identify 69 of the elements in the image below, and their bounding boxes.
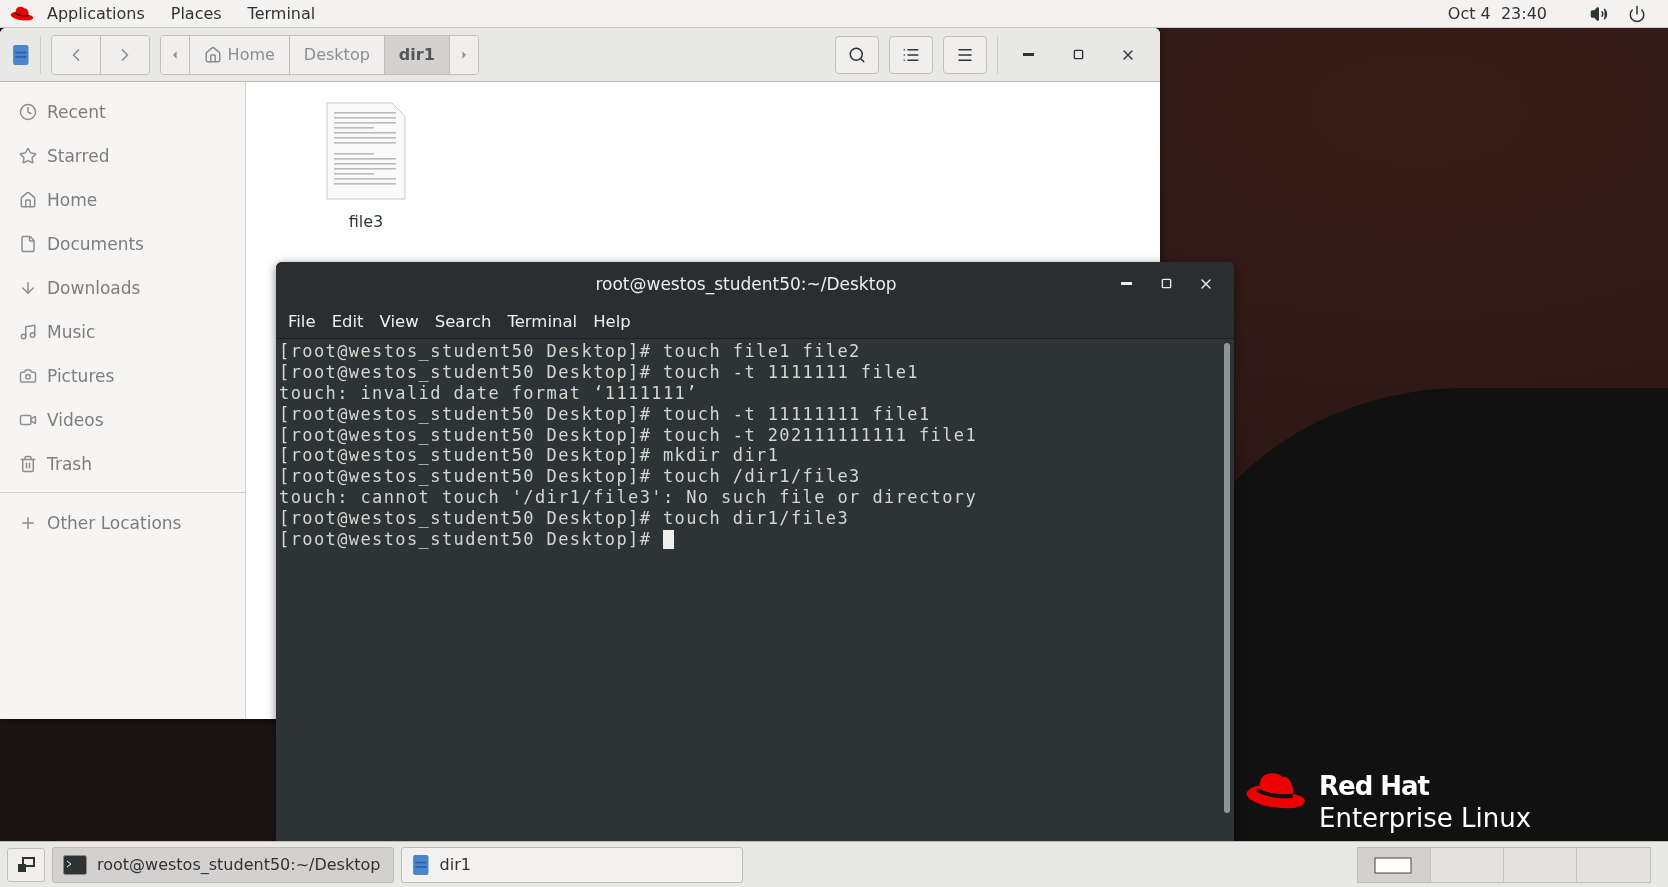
sidebar-item[interactable]: Starred <box>0 134 245 178</box>
files-app-icon <box>12 43 30 66</box>
view-list-button[interactable] <box>889 35 933 74</box>
terminal-line: [root@westos_student50 Desktop]# mkdir dir1 <box>279 445 780 467</box>
scrollbar[interactable] <box>1224 343 1230 813</box>
terminal-line: [root@westos_student50 Desktop]# touch file1 file2 <box>279 341 861 362</box>
sidebar-item[interactable]: Documents <box>0 222 245 266</box>
window-thumbnail-icon <box>1374 854 1414 875</box>
terminal-line: [root@westos_student50 Desktop]# <box>279 529 653 550</box>
sidebar-icon <box>19 235 37 253</box>
sidebar-icon <box>19 455 37 473</box>
minimize-icon <box>1120 282 1132 285</box>
menu-item[interactable]: Edit <box>323 312 372 331</box>
files-app-icon <box>412 853 430 876</box>
menu-button[interactable] <box>943 35 987 74</box>
sidebar-item[interactable]: Other Locations <box>0 501 245 545</box>
terminal-icon <box>63 854 87 875</box>
top-menu[interactable]: Places <box>157 4 235 23</box>
sidebar-icon <box>19 103 37 121</box>
sidebar-icon <box>19 147 37 165</box>
search-button[interactable] <box>835 35 879 74</box>
maximize-icon <box>1072 49 1084 60</box>
workspace-button[interactable] <box>1358 847 1431 882</box>
path-button[interactable]: dir1 <box>384 35 450 74</box>
menu-item[interactable]: Search <box>426 312 500 331</box>
hat-logo-icon <box>10 6 34 21</box>
sidebar-item[interactable]: Trash <box>0 442 245 486</box>
file-name[interactable]: file3 <box>348 212 384 231</box>
sidebar-item[interactable]: Pictures <box>0 354 245 398</box>
sidebar-item[interactable]: Music <box>0 310 245 354</box>
menu-item[interactable]: Terminal <box>499 312 586 331</box>
top-menu[interactable]: Terminal <box>234 4 329 23</box>
maximize-icon <box>1160 278 1172 289</box>
sidebar-item[interactable]: Videos <box>0 398 245 442</box>
plus-icon <box>19 514 37 532</box>
show-desktop-button[interactable] <box>7 847 45 882</box>
terminal-line: touch: cannot touch '/dir1/file3': No such file or directory <box>279 487 978 509</box>
terminal-line: touch: invalid date format ‘1111111’ <box>279 382 698 404</box>
sidebar-icon <box>19 323 37 341</box>
top-menu[interactable]: Applications <box>34 4 158 23</box>
terminal-line: [root@westos_student50 Desktop]# touch -t 1111111 file1 <box>279 361 919 383</box>
power-icon[interactable] <box>1628 4 1646 23</box>
sidebar-icon <box>19 279 37 297</box>
terminal-line: [root@westos_student50 Desktop]# touch dir1/file3 <box>279 508 850 530</box>
menu-item[interactable]: Help <box>585 312 639 331</box>
taskbar-button[interactable]: dir1 <box>401 846 743 883</box>
volume-icon[interactable] <box>1590 4 1608 23</box>
sidebar-item[interactable]: Downloads <box>0 266 245 310</box>
terminal-line: [root@westos_student50 Desktop]# touch /dir1/file3 <box>279 466 861 488</box>
sidebar-icon <box>19 191 37 209</box>
window-title: root@westos_student50:~/Desktop <box>594 273 898 294</box>
terminal-line: [root@westos_student50 Desktop]# touch -t 11111111 file1 <box>279 403 931 425</box>
text-file-icon <box>326 102 406 200</box>
sidebar-icon <box>19 367 37 385</box>
search-icon <box>848 45 866 64</box>
logo-subtitle: Enterprise Linux <box>1319 802 1532 835</box>
minimize-icon <box>1022 53 1034 56</box>
sidebar-item[interactable]: Recent <box>0 90 245 134</box>
menu-item[interactable]: View <box>371 312 427 331</box>
logo-title: Red Hat <box>1319 771 1431 801</box>
menu-item[interactable]: File <box>280 312 324 331</box>
clock[interactable]: Oct 4 23:40 <box>1434 4 1560 23</box>
home-icon <box>203 45 222 64</box>
cursor <box>662 529 674 549</box>
windows-icon <box>17 856 35 873</box>
taskbar-button[interactable]: root@westos_student50:~/Desktop <box>52 846 394 883</box>
terminal-line: [root@westos_student50 Desktop]# touch -t 202111111111 file1 <box>279 424 978 446</box>
hat-logo-icon <box>1245 771 1307 810</box>
sidebar-item[interactable]: Home <box>0 178 245 222</box>
